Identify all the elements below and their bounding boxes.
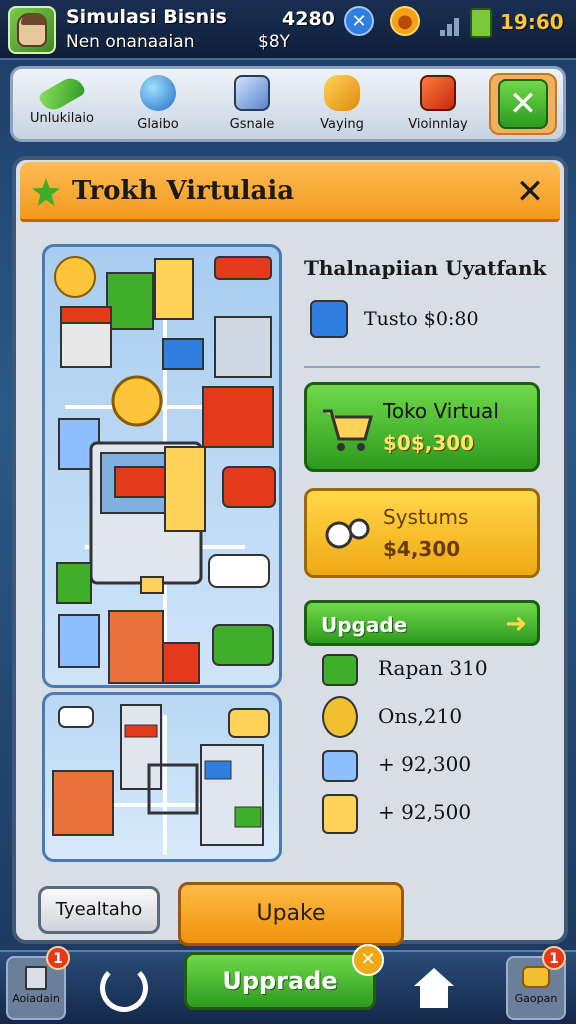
stat-line: Ons,210: [378, 704, 463, 728]
home-icon[interactable]: [414, 968, 454, 1008]
divider: [304, 366, 540, 368]
avatar-face-icon: [17, 13, 47, 47]
globe-icon: [140, 75, 176, 111]
stat-line: + 92,300: [378, 752, 472, 776]
upgrade-bar[interactable]: Upgade ➜: [304, 600, 540, 646]
tab-vioinnlay[interactable]: Vioinnlay: [393, 73, 483, 139]
notification-badge: 1: [542, 946, 566, 970]
top-status-bar: Simulasi Bisnis Nen onanaaian 4280 $8Y ✕…: [0, 0, 576, 60]
cart-stack-icon: [322, 794, 358, 834]
tab-vaying[interactable]: Vaying: [297, 73, 387, 139]
tab-glaibo[interactable]: Glaibo: [113, 73, 203, 139]
clock-time: 19:60: [500, 10, 564, 34]
button-price: $0$,300: [383, 431, 475, 455]
shopping-illustration-art: [52, 704, 270, 855]
coin-stack-icon: [322, 696, 358, 738]
upake-button[interactable]: Upake: [178, 882, 404, 946]
toko-virtual-button[interactable]: Toko Virtual $0$,300: [304, 382, 540, 472]
signal-icon: [440, 14, 464, 36]
info-heading: Thalnapiian Uyatfank: [304, 256, 547, 280]
monitor-icon: [310, 300, 348, 338]
close-icon: ✕: [498, 79, 548, 129]
panel-close-button[interactable]: ✕: [512, 174, 548, 210]
close-badge-icon[interactable]: ✕: [352, 944, 384, 976]
tab-label: Gsnale: [229, 117, 275, 132]
virtual-store-illustration: [42, 244, 282, 688]
crate-icon: [420, 75, 456, 111]
stat-line: + 92,500: [378, 800, 472, 824]
notification-badge: 1: [46, 946, 70, 970]
city-illustration: [54, 256, 276, 684]
currency-primary: 4280: [282, 8, 335, 30]
box-icon: [234, 75, 270, 111]
player-avatar[interactable]: [8, 6, 56, 54]
puzzle-icon: [324, 75, 360, 111]
currency-secondary: $8Y: [258, 32, 291, 52]
close-tabs-button[interactable]: ✕: [489, 73, 557, 135]
nav-label: Aoiadain: [12, 992, 60, 1005]
gem-icon[interactable]: ✕: [344, 6, 374, 36]
arrow-right-icon: ➜: [505, 609, 527, 639]
coin-icon[interactable]: ●: [390, 6, 420, 36]
player-name: Simulasi Bisnis: [66, 6, 227, 28]
tab-label: Vaying: [320, 117, 364, 132]
store-panel: Trokh Virtulaia ✕ Thalnapiian Uyatfank T…: [12, 156, 568, 946]
upgrade-bar-label: Upgade: [321, 613, 408, 637]
button-price: $4,300: [383, 537, 461, 561]
panel-title: Trokh Virtulaia: [72, 176, 295, 206]
category-tab-row: Unlukilaio Glaibo Gsnale Vaying Vioinnla…: [10, 66, 566, 142]
systums-button[interactable]: Systums $4,300: [304, 488, 540, 578]
battery-icon: [470, 8, 492, 38]
cart-icon: [323, 409, 373, 451]
trash-icon: [25, 966, 47, 990]
warehouse-icon: [322, 750, 358, 782]
tab-unlukilaio[interactable]: Unlukilaio: [17, 73, 107, 139]
gears-icon: [325, 518, 370, 549]
button-title: Systums: [383, 505, 469, 529]
bottom-navigation: Aoiadain 1 Upprade ✕ Gaopan 1: [0, 944, 576, 1024]
button-title: Toko Virtual: [383, 399, 499, 423]
secondary-action-button[interactable]: Tyealtaho: [38, 886, 160, 934]
player-subtitle: Nen onanaaian: [66, 32, 195, 52]
pencil-icon: [37, 73, 87, 115]
coins-icon: [522, 966, 550, 988]
tab-gsnale[interactable]: Gsnale: [207, 73, 297, 139]
tab-label: Unlukilaio: [30, 111, 94, 126]
upgrade-button[interactable]: Upprade: [184, 952, 376, 1010]
panel-header: Trokh Virtulaia ✕: [20, 162, 560, 222]
tab-label: Glaibo: [137, 117, 179, 132]
nav-label: Gaopan: [514, 992, 558, 1005]
shopping-illustration: [42, 692, 282, 862]
refresh-icon[interactable]: [100, 964, 148, 1012]
stat-line: Rapan 310: [378, 656, 488, 680]
info-line: Tusto $0:80: [364, 308, 479, 330]
package-icon: [322, 654, 358, 686]
star-icon: [32, 178, 60, 206]
tab-label: Vioinnlay: [408, 117, 468, 132]
